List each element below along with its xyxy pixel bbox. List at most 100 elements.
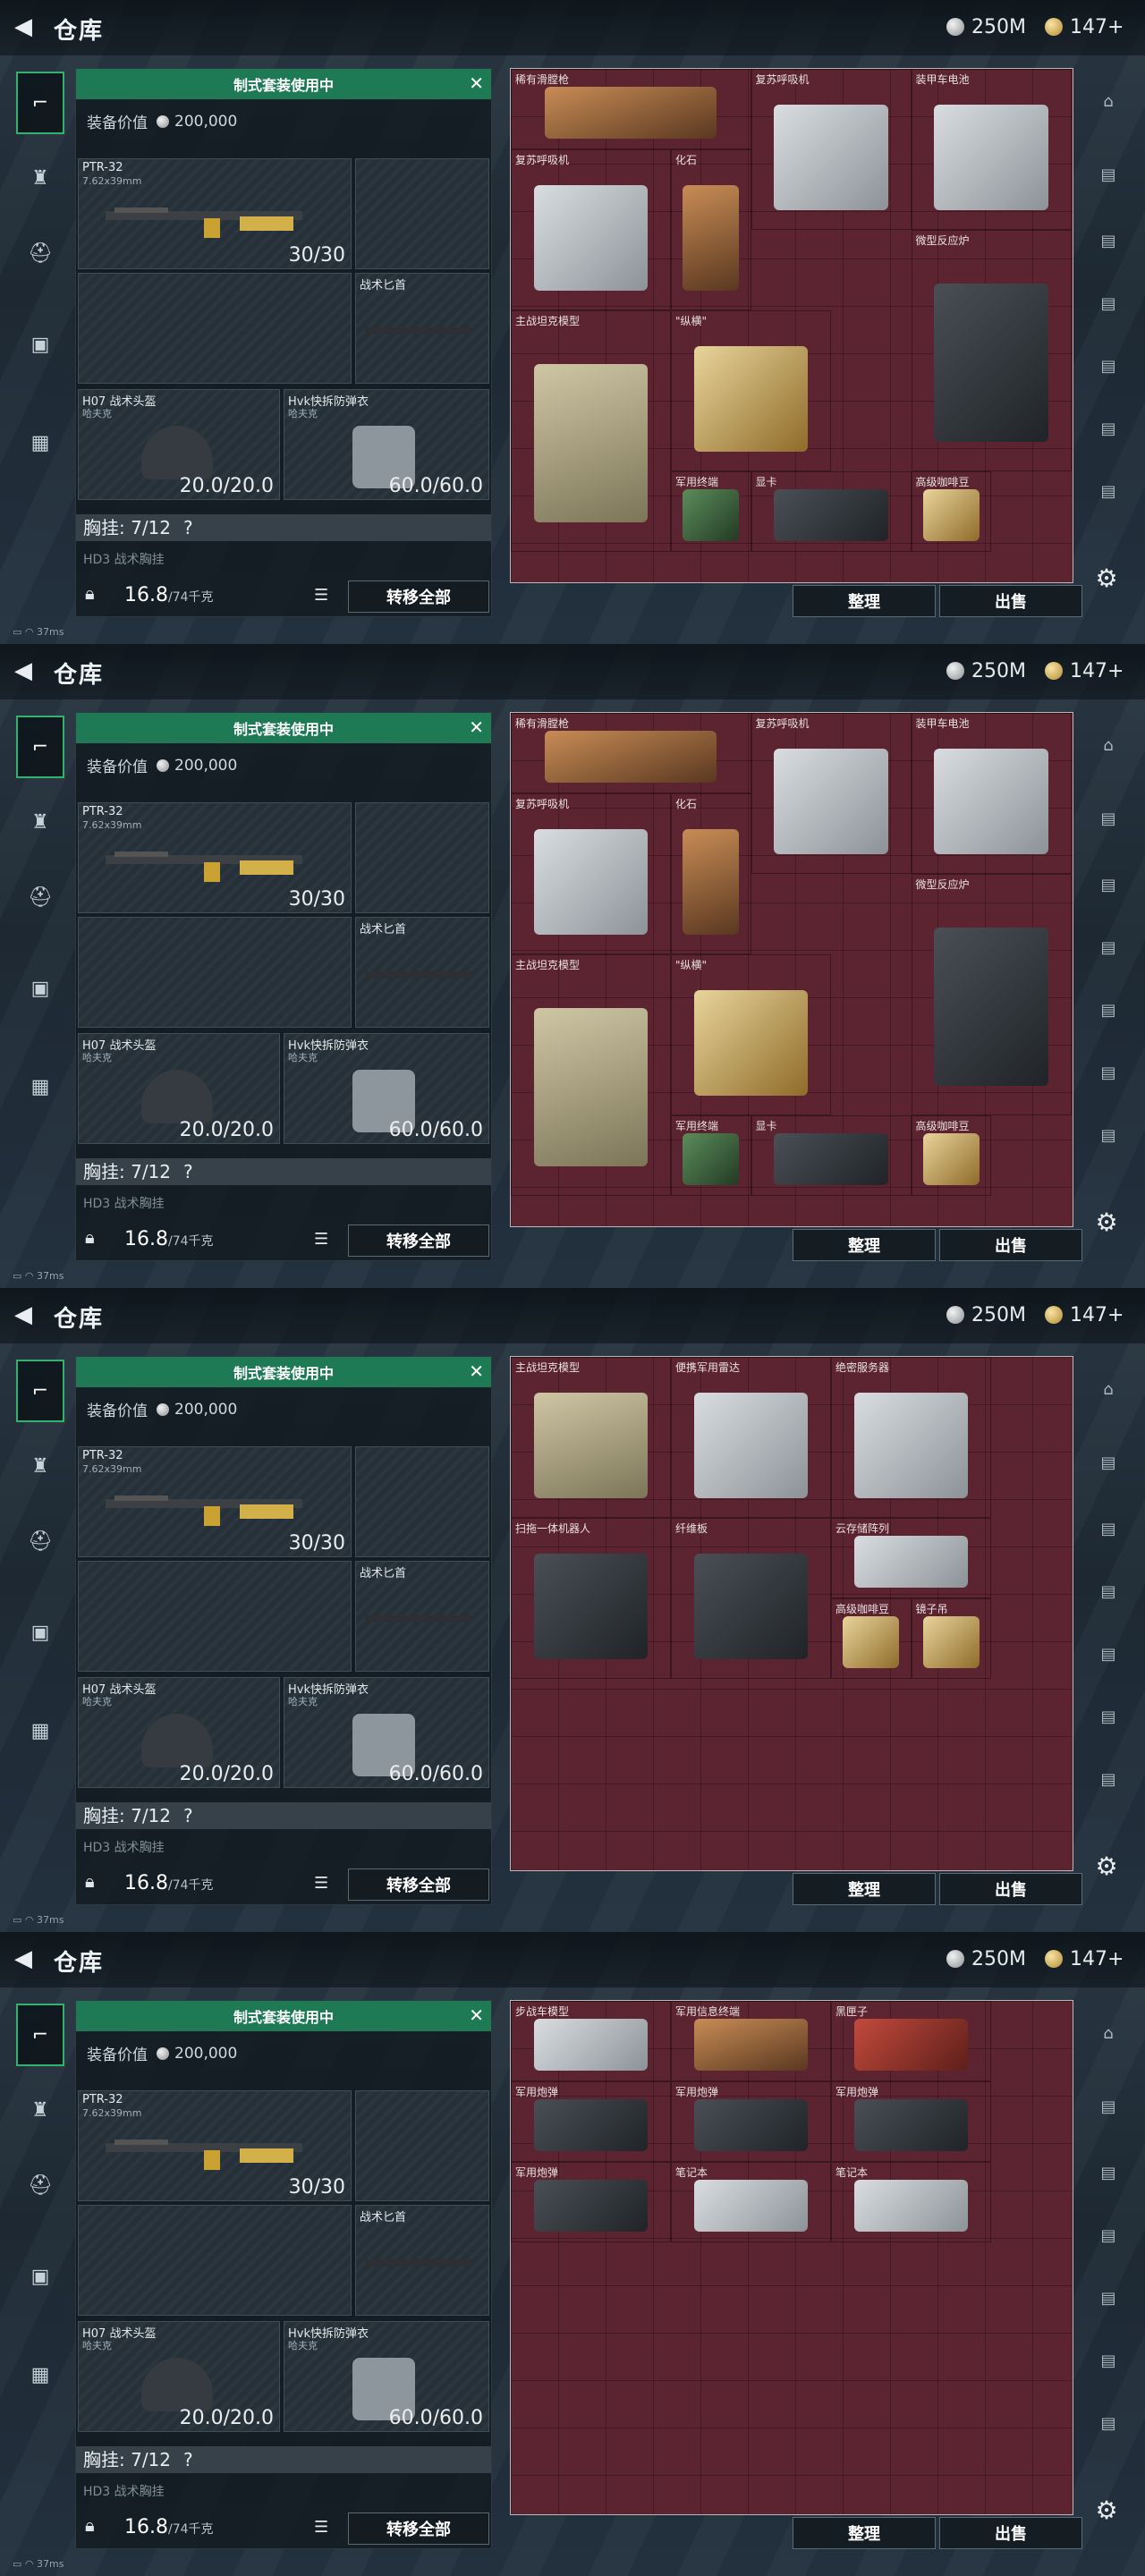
nav-weapon-icon[interactable]: ⌐	[16, 716, 64, 778]
close-icon[interactable]: ✕	[469, 72, 484, 94]
chest-rig-bar[interactable]: 胸挂: 7/12?	[76, 514, 491, 541]
storage-item[interactable]: 化石	[671, 149, 751, 310]
list-icon[interactable]: ☰	[314, 1230, 328, 1249]
knife-slot[interactable]: 战术匕首	[355, 917, 489, 1028]
storage-item[interactable]: 微型反应炉	[911, 874, 1072, 1115]
tab-storage-4[interactable]: ▤	[1091, 1637, 1125, 1671]
tab-storage-5[interactable]: ▤	[1091, 2343, 1125, 2377]
storage-item[interactable]: 装甲车电池	[911, 69, 1072, 230]
storage-item[interactable]: 高级咖啡豆	[831, 1598, 912, 1679]
list-icon[interactable]: ☰	[314, 586, 328, 605]
lock-icon[interactable]: 🔒︎	[85, 1870, 108, 1894]
silver-currency[interactable]: 250M	[946, 14, 1026, 39]
primary-weapon-slot[interactable]: PTR-32 7.62x39mm 30/30	[78, 1446, 352, 1557]
nav-weapon-icon[interactable]: ⌐	[16, 1360, 64, 1422]
sell-button[interactable]: 出售	[939, 585, 1082, 617]
nav-case-icon[interactable]: ▦	[16, 1699, 64, 1762]
storage-item[interactable]: 高级咖啡豆	[911, 471, 991, 552]
tab-storage-6[interactable]: ▤	[1091, 1762, 1125, 1796]
helmet-slot[interactable]: H07 战术头盔 哈夫克 20.0/20.0	[78, 389, 280, 500]
gold-currency[interactable]: 147+	[1045, 658, 1124, 683]
gear-icon[interactable]: ⚙	[1093, 2497, 1120, 2524]
tab-all-icon[interactable]: ⌂	[1091, 1372, 1125, 1406]
storage-grid[interactable]: 步战车模型 军用信息终端 黑匣子 军用炮弹 军用炮弹 军用炮弹 军用炮弹 笔记本 笔记本	[510, 2000, 1073, 2515]
tab-storage-1[interactable]: ▤	[1091, 2089, 1125, 2123]
storage-item[interactable]: 复苏呼吸机	[751, 713, 912, 874]
primary-weapon-slot[interactable]: PTR-32 7.62x39mm 30/30	[78, 802, 352, 913]
gear-icon[interactable]: ⚙	[1093, 1853, 1120, 1880]
storage-item[interactable]: 高级咖啡豆	[911, 1115, 991, 1196]
nav-backpack-icon[interactable]: ▣	[16, 2245, 64, 2308]
back-icon[interactable]: ◀	[14, 1946, 38, 1971]
tab-storage-5[interactable]: ▤	[1091, 1699, 1125, 1733]
storage-item[interactable]: 装甲车电池	[911, 713, 1072, 874]
storage-item[interactable]: 云存储阵列	[831, 1518, 991, 1598]
tab-storage-4[interactable]: ▤	[1091, 993, 1125, 1027]
storage-item[interactable]: 笔记本	[671, 2162, 831, 2242]
gear-icon[interactable]: ⚙	[1093, 1209, 1120, 1236]
nav-case-icon[interactable]: ▦	[16, 2343, 64, 2406]
nav-helmet-icon[interactable]: ⛑	[16, 222, 64, 284]
storage-item[interactable]: 主战坦克模型	[511, 954, 671, 1196]
tab-storage-5[interactable]: ▤	[1091, 411, 1125, 445]
silver-currency[interactable]: 250M	[946, 1302, 1026, 1327]
tab-storage-1[interactable]: ▤	[1091, 157, 1125, 191]
pistol-slot[interactable]	[355, 802, 489, 913]
armor-slot[interactable]: Hvk快拆防弹衣 哈夫克 60.0/60.0	[284, 2321, 489, 2432]
sort-button[interactable]: 整理	[793, 585, 936, 617]
nav-weapon-icon[interactable]: ⌐	[16, 72, 64, 134]
storage-item[interactable]: 主战坦克模型	[511, 310, 671, 552]
nav-helmet-icon[interactable]: ⛑	[16, 2154, 64, 2216]
sell-button[interactable]: 出售	[939, 2517, 1082, 2549]
helmet-slot[interactable]: H07 战术头盔 哈夫克 20.0/20.0	[78, 1033, 280, 1144]
tab-storage-2[interactable]: ▤	[1091, 2156, 1125, 2190]
tab-storage-1[interactable]: ▤	[1091, 801, 1125, 835]
lock-icon[interactable]: 🔒︎	[85, 2514, 108, 2538]
chest-rig-bar[interactable]: 胸挂: 7/12?	[76, 1158, 491, 1185]
nav-backpack-icon[interactable]: ▣	[16, 1601, 64, 1664]
storage-item[interactable]: 军用信息终端	[671, 2001, 831, 2081]
helmet-slot[interactable]: H07 战术头盔 哈夫克 20.0/20.0	[78, 1677, 280, 1788]
sort-button[interactable]: 整理	[793, 1229, 936, 1261]
armor-slot[interactable]: Hvk快拆防弹衣 哈夫克 60.0/60.0	[284, 1033, 489, 1144]
storage-grid[interactable]: 稀有滑膛枪 复苏呼吸机 装甲车电池 复苏呼吸机 化石 "纵横" 微型反应炉 主战坦克模型 军用终…	[510, 712, 1073, 1227]
tab-storage-3[interactable]: ▤	[1091, 1574, 1125, 1608]
gold-currency[interactable]: 147+	[1045, 1946, 1124, 1971]
tab-storage-6[interactable]: ▤	[1091, 1118, 1125, 1152]
storage-item[interactable]: 微型反应炉	[911, 230, 1072, 471]
back-icon[interactable]: ◀	[14, 658, 38, 683]
close-icon[interactable]: ✕	[469, 716, 484, 738]
storage-item[interactable]: 显卡	[751, 471, 912, 552]
storage-item[interactable]: 军用终端	[671, 471, 751, 552]
chest-rig-bar[interactable]: 胸挂: 7/12?	[76, 2446, 491, 2473]
nav-backpack-icon[interactable]: ▣	[16, 957, 64, 1020]
nav-vest-icon[interactable]: ♜	[16, 147, 64, 209]
secondary-weapon-slot[interactable]	[78, 273, 352, 384]
storage-item[interactable]: 军用炮弹	[831, 2081, 991, 2162]
tab-storage-2[interactable]: ▤	[1091, 1512, 1125, 1546]
knife-slot[interactable]: 战术匕首	[355, 1561, 489, 1672]
knife-slot[interactable]: 战术匕首	[355, 2205, 489, 2316]
storage-item[interactable]: 绝密服务器	[831, 1357, 991, 1518]
tab-storage-1[interactable]: ▤	[1091, 1445, 1125, 1479]
storage-item[interactable]: 军用炮弹	[511, 2162, 671, 2242]
pistol-slot[interactable]	[355, 2090, 489, 2201]
storage-item[interactable]: 复苏呼吸机	[511, 793, 671, 954]
tab-storage-3[interactable]: ▤	[1091, 2218, 1125, 2252]
storage-item[interactable]: 稀有滑膛枪	[511, 713, 751, 793]
sell-button[interactable]: 出售	[939, 1229, 1082, 1261]
storage-item[interactable]: 黑匣子	[831, 2001, 991, 2081]
tab-storage-3[interactable]: ▤	[1091, 286, 1125, 320]
tab-all-icon[interactable]: ⌂	[1091, 728, 1125, 762]
back-icon[interactable]: ◀	[14, 1302, 38, 1327]
storage-item[interactable]: 便携军用雷达	[671, 1357, 831, 1518]
tab-all-icon[interactable]: ⌂	[1091, 84, 1125, 118]
primary-weapon-slot[interactable]: PTR-32 7.62x39mm 30/30	[78, 158, 352, 269]
storage-item[interactable]: 军用终端	[671, 1115, 751, 1196]
storage-item[interactable]: "纵横"	[671, 310, 831, 471]
storage-item[interactable]: 复苏呼吸机	[751, 69, 912, 230]
transfer-all-button[interactable]: 转移全部	[348, 1868, 489, 1901]
nav-vest-icon[interactable]: ♜	[16, 2079, 64, 2141]
lock-icon[interactable]: 🔒︎	[85, 1226, 108, 1250]
nav-helmet-icon[interactable]: ⛑	[16, 1510, 64, 1572]
